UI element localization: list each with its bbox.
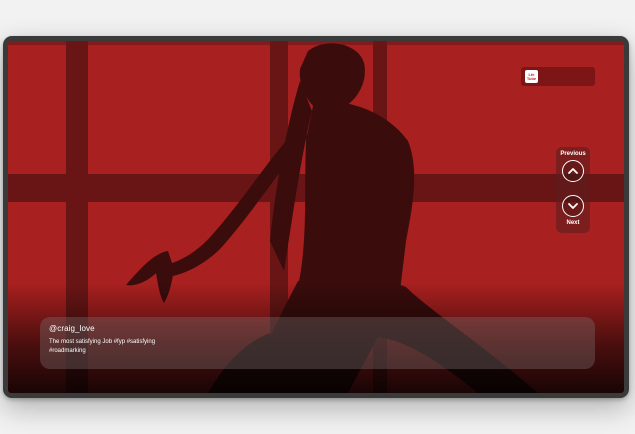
previous-button[interactable] (562, 160, 584, 182)
brand-logo: Lfe Tube (525, 70, 538, 83)
post-info-card: @craig_love The most satisfying Job #fyp… (40, 317, 595, 369)
username[interactable]: @craig_love (49, 324, 586, 333)
chevron-down-icon (568, 203, 578, 209)
post-caption: The most satisfying Job #fyp #satisfying… (49, 339, 156, 354)
video-player[interactable]: Lfe Tube Previous Next @craig_love The m… (8, 41, 624, 393)
device-frame: Lfe Tube Previous Next @craig_love The m… (3, 36, 629, 398)
next-label: Next (566, 220, 580, 226)
previous-label: Previous (560, 151, 586, 157)
chevron-up-icon (568, 168, 578, 174)
video-navigation: Previous Next (556, 147, 590, 233)
brand-badge: Lfe Tube (521, 67, 595, 86)
next-button[interactable] (562, 195, 584, 217)
